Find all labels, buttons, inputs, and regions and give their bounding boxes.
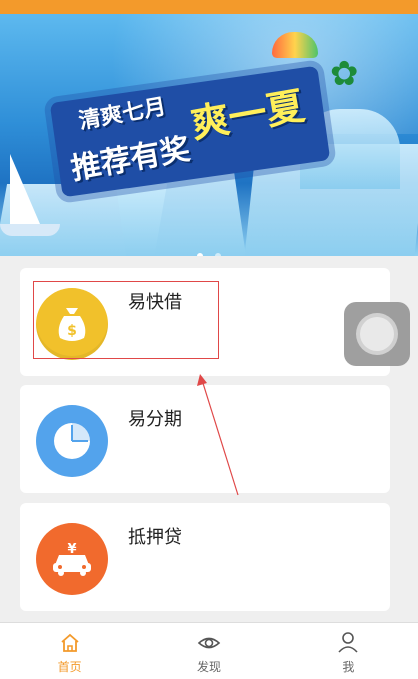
pagination-dot[interactable] [214, 253, 221, 256]
annotation-arrow [197, 374, 239, 496]
product-label: 易分期 [128, 409, 182, 430]
home-icon [61, 633, 79, 652]
banner-pagination [0, 244, 418, 256]
svg-text:¥: ¥ [67, 542, 76, 557]
tab-label: 我 [342, 660, 355, 674]
tab-discover[interactable]: 发现 [139, 623, 278, 679]
sailboat-hull [0, 224, 60, 236]
annotation-highlight-box [33, 281, 219, 359]
tab-label: 发现 [196, 660, 221, 674]
assistive-touch-ring [360, 317, 394, 351]
promo-banner[interactable]: ✿ 清爽七月 推荐有奖 爽一夏 [0, 14, 418, 256]
product-card-diyadai[interactable]: ¥ 抵押贷 [20, 503, 390, 611]
sailboat-icon [10, 154, 40, 224]
eye-icon [197, 637, 221, 649]
product-label: 抵押贷 [128, 527, 182, 548]
assistive-touch-button[interactable] [344, 302, 410, 366]
user-icon [338, 632, 358, 653]
palm-tree-icon: ✿ [330, 54, 359, 94]
pagination-dot[interactable] [197, 253, 204, 256]
tab-label: 首页 [57, 660, 82, 674]
tab-home[interactable]: 首页 [0, 623, 139, 679]
bottom-tab-bar: 首页 发现 我 [0, 622, 418, 679]
tab-me[interactable]: 我 [279, 623, 418, 679]
top-strip [0, 0, 418, 14]
pie-chart-icon [36, 405, 108, 477]
car-icon: ¥ [36, 523, 108, 595]
